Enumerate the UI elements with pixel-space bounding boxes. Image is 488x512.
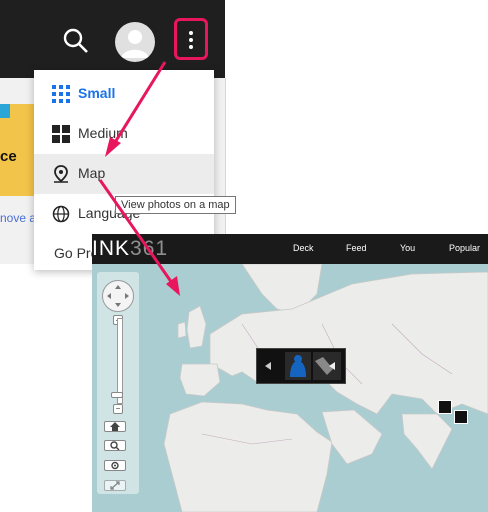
annotation-arrows (98, 61, 180, 296)
